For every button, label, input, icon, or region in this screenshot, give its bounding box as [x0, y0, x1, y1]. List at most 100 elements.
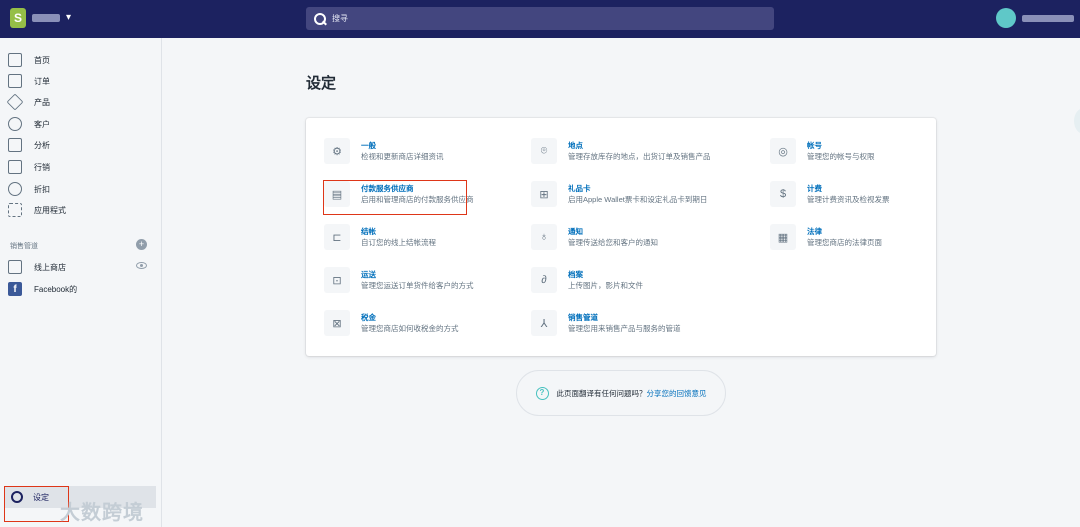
store-switcher[interactable]: ▾: [10, 8, 71, 28]
eye-icon[interactable]: [136, 262, 147, 269]
setting-description: 启用Apple Wallet票卡和设定礼品卡到期日: [568, 195, 708, 204]
feedback-link[interactable]: 分享您的回馈意见: [647, 389, 707, 398]
sales-channels-title: 销售管道: [10, 243, 38, 250]
setting-description: 管理存放库存的地点，出货订单及销售产品: [568, 152, 711, 161]
sidebar-item-label: 折扣: [34, 184, 50, 194]
sidebar-item-analytics[interactable]: 分析: [8, 135, 50, 155]
account-icon: ◎: [770, 138, 796, 164]
search-bar[interactable]: [306, 7, 774, 30]
tag-icon: [6, 93, 24, 111]
setting-account[interactable]: ◎ 帐号 管理您的帐号与权限: [770, 138, 875, 164]
facebook-icon: f: [8, 282, 22, 296]
settings-card: ⚙ 一般 检视和更新商店详细资讯 ⌾ 地点 管理存放库存的地点，出货订单及销售产品 …: [306, 118, 936, 356]
setting-title[interactable]: 地点: [568, 140, 711, 151]
top-bar: ▾: [0, 0, 1080, 38]
user-name-blurred: [1022, 14, 1074, 22]
sidebar-item-orders[interactable]: 订单: [8, 71, 50, 91]
sidebar-item-home[interactable]: 首页: [8, 50, 50, 70]
megaphone-icon: [8, 160, 22, 174]
sidebar-item-label: 行销: [34, 162, 50, 172]
setting-title[interactable]: 运送: [361, 269, 474, 280]
search-icon: [314, 12, 326, 25]
setting-billing[interactable]: $ 计费 管理计费资讯及检视发票: [770, 181, 890, 207]
setting-title[interactable]: 一般: [361, 140, 444, 151]
setting-description: 自订您的线上结帐流程: [361, 238, 436, 247]
setting-checkout[interactable]: ⊏ 结帐 自订您的线上结帐流程: [324, 224, 436, 250]
setting-description: 管理您用来销售产品与服务的管道: [568, 324, 681, 333]
sidebar-item-label: 分析: [34, 140, 50, 150]
sidebar-item-label: 线上商店: [34, 262, 66, 272]
billing-icon: $: [770, 181, 796, 207]
setting-general[interactable]: ⚙ 一般 检视和更新商店详细资讯: [324, 138, 444, 164]
shopify-logo: [10, 8, 26, 28]
paperclip-icon: ∂: [531, 267, 557, 293]
setting-title[interactable]: 税金: [361, 312, 459, 323]
gear-icon: ⚙: [324, 138, 350, 164]
setting-files[interactable]: ∂ 档案 上传图片，影片和文件: [531, 267, 643, 293]
setting-title[interactable]: 通知: [568, 226, 658, 237]
bell-icon: ♁: [531, 224, 557, 250]
feedback-text: 此页面翻译有任何问题吗？分享您的回馈意见: [557, 388, 707, 399]
sidebar-item-label: 产品: [34, 97, 50, 107]
setting-locations[interactable]: ⌾ 地点 管理存放库存的地点，出货订单及销售产品: [531, 138, 711, 164]
help-bubble[interactable]: [1074, 108, 1080, 134]
chevron-down-icon: ▾: [66, 12, 72, 23]
setting-taxes[interactable]: ⊠ 税金 管理您商店如何收税金的方式: [324, 310, 459, 336]
apps-icon: [8, 203, 22, 217]
add-sales-channel-button[interactable]: +: [136, 239, 147, 250]
sidebar-item-online-store[interactable]: 线上商店: [8, 257, 66, 277]
avatar: [996, 8, 1016, 28]
channels-icon: ⅄: [531, 310, 557, 336]
setting-title[interactable]: 法律: [807, 226, 882, 237]
legal-icon: ▦: [770, 224, 796, 250]
sidebar-item-marketing[interactable]: 行销: [8, 157, 50, 177]
store-icon: [8, 260, 22, 274]
setting-legal[interactable]: ▦ 法律 管理您商店的法律页面: [770, 224, 882, 250]
cart-icon: ⊏: [324, 224, 350, 250]
setting-shipping[interactable]: ⊡ 运送 管理您运送订单货件给客户的方式: [324, 267, 474, 293]
orders-icon: [8, 74, 22, 88]
setting-gift-cards[interactable]: ⊞ 礼品卡 启用Apple Wallet票卡和设定礼品卡到期日: [531, 181, 707, 207]
setting-title[interactable]: 礼品卡: [568, 183, 707, 194]
setting-description: 管理传送给您和客户的通知: [568, 238, 658, 247]
discount-icon: [8, 182, 22, 196]
setting-description: 管理您商店的法律页面: [807, 238, 882, 247]
sidebar-item-label: 应用程式: [34, 205, 66, 215]
setting-description: 管理计费资讯及检视发票: [807, 195, 890, 204]
setting-notifications[interactable]: ♁ 通知 管理传送给您和客户的通知: [531, 224, 658, 250]
gift-icon: ⊞: [531, 181, 557, 207]
truck-icon: ⊡: [324, 267, 350, 293]
sidebar-item-facebook[interactable]: f Facebook的: [8, 279, 77, 299]
sidebar-item-label: 首页: [34, 55, 50, 65]
search-input[interactable]: [332, 14, 732, 23]
setting-title[interactable]: 帐号: [807, 140, 875, 151]
sidebar-item-apps[interactable]: 应用程式: [8, 200, 66, 220]
highlight-box: [323, 180, 467, 215]
setting-description: 管理您的帐号与权限: [807, 152, 875, 161]
setting-title[interactable]: 档案: [568, 269, 643, 280]
watermark: 大数跨境: [60, 502, 144, 524]
sidebar-item-customers[interactable]: 客户: [8, 114, 50, 134]
sidebar-item-products[interactable]: 产品: [6, 92, 50, 112]
sidebar: 首页 订单 产品 客户 分析 行销 折扣 应用程式 销售管道 + 线上商店 f …: [0, 38, 162, 527]
setting-description: 检视和更新商店详细资讯: [361, 152, 444, 161]
tax-icon: ⊠: [324, 310, 350, 336]
setting-description: 上传图片，影片和文件: [568, 281, 643, 290]
sidebar-item-label: 客户: [34, 119, 50, 129]
feedback-question: 此页面翻译有任何问题吗？: [556, 388, 647, 398]
setting-description: 管理您运送订单货件给客户的方式: [361, 281, 474, 290]
setting-title[interactable]: 销售管道: [568, 312, 681, 323]
sidebar-item-discounts[interactable]: 折扣: [8, 179, 50, 199]
user-menu[interactable]: [996, 8, 1074, 28]
setting-title[interactable]: 计费: [807, 183, 890, 194]
setting-title[interactable]: 结帐: [361, 226, 436, 237]
bar-chart-icon: [8, 138, 22, 152]
store-name-blurred: [32, 14, 60, 22]
sidebar-item-label: Facebook的: [34, 284, 78, 294]
page-title: 设定: [306, 75, 337, 92]
setting-sales-channels[interactable]: ⅄ 销售管道 管理您用来销售产品与服务的管道: [531, 310, 681, 336]
feedback-pill: ? 此页面翻译有任何问题吗？分享您的回馈意见: [516, 370, 726, 416]
person-icon: [8, 117, 22, 131]
sidebar-item-label: 订单: [34, 76, 50, 86]
setting-description: 管理您商店如何收税金的方式: [361, 324, 459, 333]
